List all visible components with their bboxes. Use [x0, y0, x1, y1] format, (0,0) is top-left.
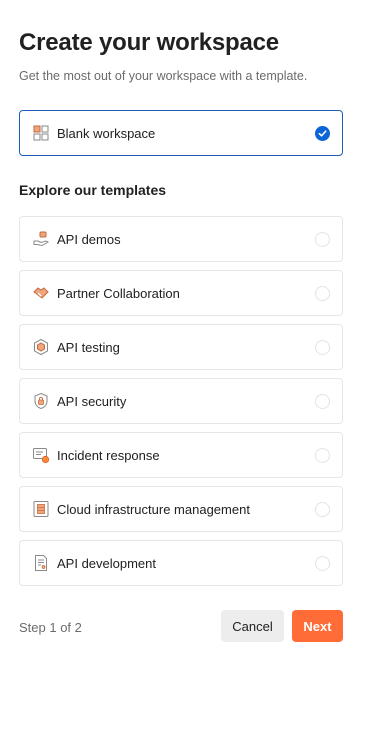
- next-button[interactable]: Next: [292, 610, 343, 642]
- template-label: API development: [57, 555, 157, 571]
- template-label: API demos: [57, 231, 121, 247]
- hand-box-icon: [32, 230, 50, 248]
- template-radio[interactable]: [315, 501, 330, 517]
- cancel-button[interactable]: Cancel: [221, 610, 284, 642]
- template-radio[interactable]: [315, 393, 330, 409]
- template-label: API testing: [57, 339, 120, 355]
- template-radio[interactable]: [315, 447, 330, 463]
- handshake-icon: [32, 284, 50, 302]
- template-option-partner-collaboration[interactable]: Partner Collaboration: [19, 270, 343, 316]
- template-label: API security: [57, 393, 127, 409]
- shield-lock-icon: [32, 392, 50, 410]
- server-rack-icon: [32, 500, 50, 518]
- hexagon-badge-icon: [32, 338, 50, 356]
- blank-grid-icon: [32, 124, 50, 142]
- blank-workspace-option[interactable]: Blank workspace: [19, 110, 343, 156]
- template-label: Partner Collaboration: [57, 285, 180, 301]
- template-radio[interactable]: [315, 555, 330, 571]
- page-title: Create your workspace: [19, 29, 279, 56]
- templates-heading: Explore our templates: [19, 182, 167, 198]
- template-label: Cloud infrastructure management: [57, 501, 250, 517]
- template-option-incident-response[interactable]: Incident response: [19, 432, 343, 478]
- template-option-cloud-infrastructure[interactable]: Cloud infrastructure management: [19, 486, 343, 532]
- selected-check-icon: [315, 125, 330, 141]
- step-indicator: Step 1 of 2: [19, 620, 82, 635]
- template-radio[interactable]: [315, 339, 330, 355]
- template-option-api-security[interactable]: API security: [19, 378, 343, 424]
- template-radio[interactable]: [315, 231, 330, 247]
- template-option-api-testing[interactable]: API testing: [19, 324, 343, 370]
- template-radio[interactable]: [315, 285, 330, 301]
- template-option-api-development[interactable]: API development: [19, 540, 343, 586]
- template-label: Incident response: [57, 447, 160, 463]
- blank-workspace-label: Blank workspace: [57, 125, 156, 141]
- template-option-api-demos[interactable]: API demos: [19, 216, 343, 262]
- create-workspace-dialog: Create your workspace Get the most out o…: [0, 0, 379, 741]
- alert-message-icon: [32, 446, 50, 464]
- page-subtitle: Get the most out of your workspace with …: [19, 69, 308, 83]
- document-code-icon: [32, 554, 50, 572]
